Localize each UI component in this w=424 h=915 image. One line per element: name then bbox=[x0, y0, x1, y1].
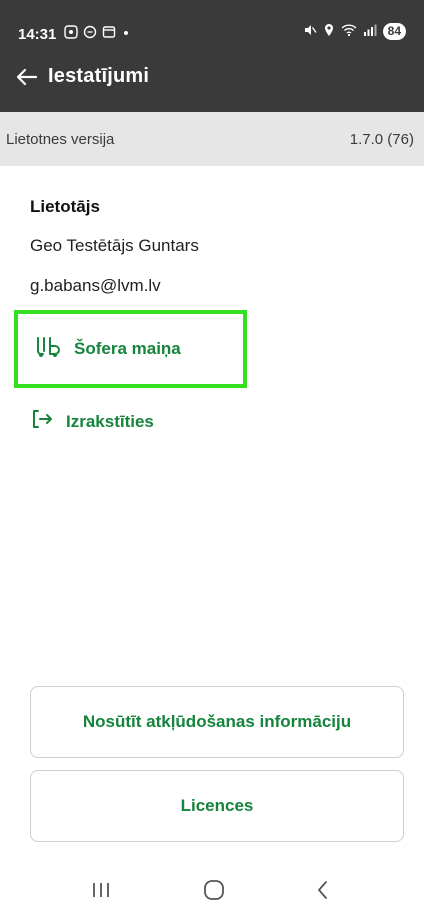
version-label: Lietotnes versija bbox=[6, 130, 115, 148]
send-debug-info-button[interactable]: Nosūtīt atkļūdošanas informāciju bbox=[30, 686, 404, 758]
logout-button[interactable]: Izrakstīties bbox=[30, 407, 154, 436]
screenshot-icon bbox=[64, 25, 78, 42]
status-system-icons: 84 bbox=[303, 23, 406, 40]
truck-change-icon bbox=[34, 335, 64, 364]
user-section-label: Lietotājs bbox=[30, 197, 100, 216]
driver-change-label: Šofera maiņa bbox=[74, 339, 181, 358]
wifi-icon bbox=[341, 23, 357, 40]
user-email: g.babans@lvm.lv bbox=[30, 276, 161, 295]
battery-indicator: 84 bbox=[382, 23, 406, 40]
dot-icon bbox=[121, 25, 131, 42]
app-version-row: Lietotnes versija 1.7.0 (76) bbox=[0, 112, 424, 166]
page-title: Iestatījumi bbox=[48, 65, 150, 87]
location-icon bbox=[323, 23, 335, 40]
logout-label: Izrakstīties bbox=[66, 411, 154, 431]
back-icon[interactable] bbox=[308, 878, 338, 902]
recents-icon[interactable] bbox=[86, 878, 116, 902]
user-name: Geo Testētājs Guntars bbox=[30, 236, 199, 255]
status-time: 14:31 bbox=[18, 26, 57, 43]
arrow-left-icon[interactable] bbox=[14, 64, 40, 90]
licences-button[interactable]: Licences bbox=[30, 770, 404, 842]
chat-icon bbox=[83, 25, 97, 42]
logout-icon bbox=[30, 407, 54, 436]
driver-change-button[interactable]: Šofera maiņa bbox=[14, 310, 247, 388]
mute-icon bbox=[303, 23, 317, 40]
system-nav-bar bbox=[0, 860, 424, 915]
version-value: 1.7.0 (76) bbox=[349, 130, 414, 148]
home-icon[interactable] bbox=[199, 878, 229, 902]
signal-icon bbox=[363, 23, 377, 40]
app-bar: 14:31 84 Iestatījumi bbox=[0, 0, 424, 112]
status-notification-icons bbox=[64, 25, 131, 42]
calendar-icon bbox=[102, 25, 116, 42]
